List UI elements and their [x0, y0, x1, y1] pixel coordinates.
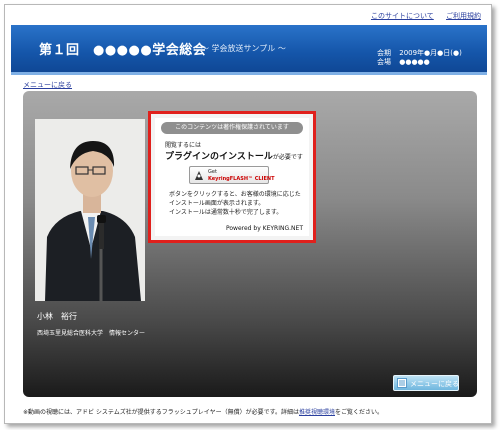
venue-label: 会場 [377, 58, 391, 66]
about-site-link[interactable]: このサイトについて [371, 12, 434, 20]
video-stage: 小林 裕行 西埼玉里見総合医科大学 情報センター このコンテンツは著作権保護され… [23, 91, 477, 397]
back-to-menu-link[interactable]: メニューに戻る [23, 80, 72, 90]
install-description-line3: インストールは通常数十秒で完了します。 [169, 209, 283, 216]
venue-value: ●●●●● [399, 58, 430, 66]
date-label: 会期 [377, 49, 391, 57]
footnote-text-after: をご覧ください。 [335, 409, 384, 416]
header-stripe [11, 72, 487, 75]
plugin-install-heading-suffix: が必要です [272, 154, 303, 161]
return-to-menu-button[interactable]: メニューに戻る [393, 375, 459, 391]
keyring-logo-icon [195, 171, 203, 180]
plugin-notice: このコンテンツは著作権保護されています 閲覧するには プラグインのインストールが… [148, 111, 316, 243]
header-banner: 第１回 ●●●●●学会総会 ～ 学会放送サンプル ～ 会期 2009年●月●日(… [11, 25, 487, 75]
powered-by-text: Powered by KEYRING.NET [225, 225, 303, 232]
speaker-affiliation: 西埼玉里見総合医科大学 情報センター [37, 330, 146, 337]
plugin-notice-panel: このコンテンツは著作権保護されています 閲覧するには プラグインのインストールが… [155, 118, 309, 236]
menu-list-icon [397, 378, 407, 388]
install-description-line2: インストール画面が表示されます。 [169, 200, 265, 207]
footnote-text-before: ※動画の視聴には、アドビ システムズ社が提供するフラッシュプレイヤー（無償）が必… [23, 409, 299, 416]
get-button-line2: KeyringFLASH™ CLIENT [208, 176, 275, 182]
get-plugin-button[interactable]: Get KeyringFLASH™ CLIENT [189, 166, 274, 184]
speaker-photo [35, 119, 145, 301]
install-description-line1: ボタンをクリックすると、お客様の環境に応じた [169, 191, 301, 198]
page-title: 第１回 ●●●●●学会総会 [39, 43, 207, 58]
plugin-install-heading-main: プラグインのインストール [165, 152, 273, 162]
speaker-photo-image [35, 119, 145, 301]
page-frame: このサイトについて ご利用規約 第１回 ●●●●●学会総会 ～ 学会放送サンプル… [4, 4, 492, 424]
speaker-name: 小林 裕行 [37, 312, 77, 321]
event-meta: 会期 2009年●月●日(●) 会場 ●●●●● [377, 49, 462, 67]
date-value: 2009年●月●日(●) [399, 49, 462, 57]
top-links: このサイトについて ご利用規約 [361, 11, 481, 21]
copyright-banner: このコンテンツは著作権保護されています [161, 122, 303, 134]
install-description: ボタンをクリックすると、お客様の環境に応じた インストール画面が表示されます。 … [169, 190, 301, 217]
return-to-menu-label: メニューに戻る [410, 380, 459, 388]
get-button-line1: Get [208, 169, 217, 175]
page-subtitle: ～ 学会放送サンプル ～ [201, 44, 286, 53]
plugin-install-heading: プラグインのインストールが必要です [165, 149, 303, 162]
terms-link[interactable]: ご利用規約 [446, 12, 481, 20]
viewing-requirements-note: ※動画の視聴には、アドビ システムズ社が提供するフラッシュプレイヤー（無償）が必… [23, 407, 383, 416]
recommended-environment-link[interactable]: 推奨視聴環境 [299, 409, 335, 416]
plugin-lead-text: 閲覧するには [165, 142, 202, 149]
